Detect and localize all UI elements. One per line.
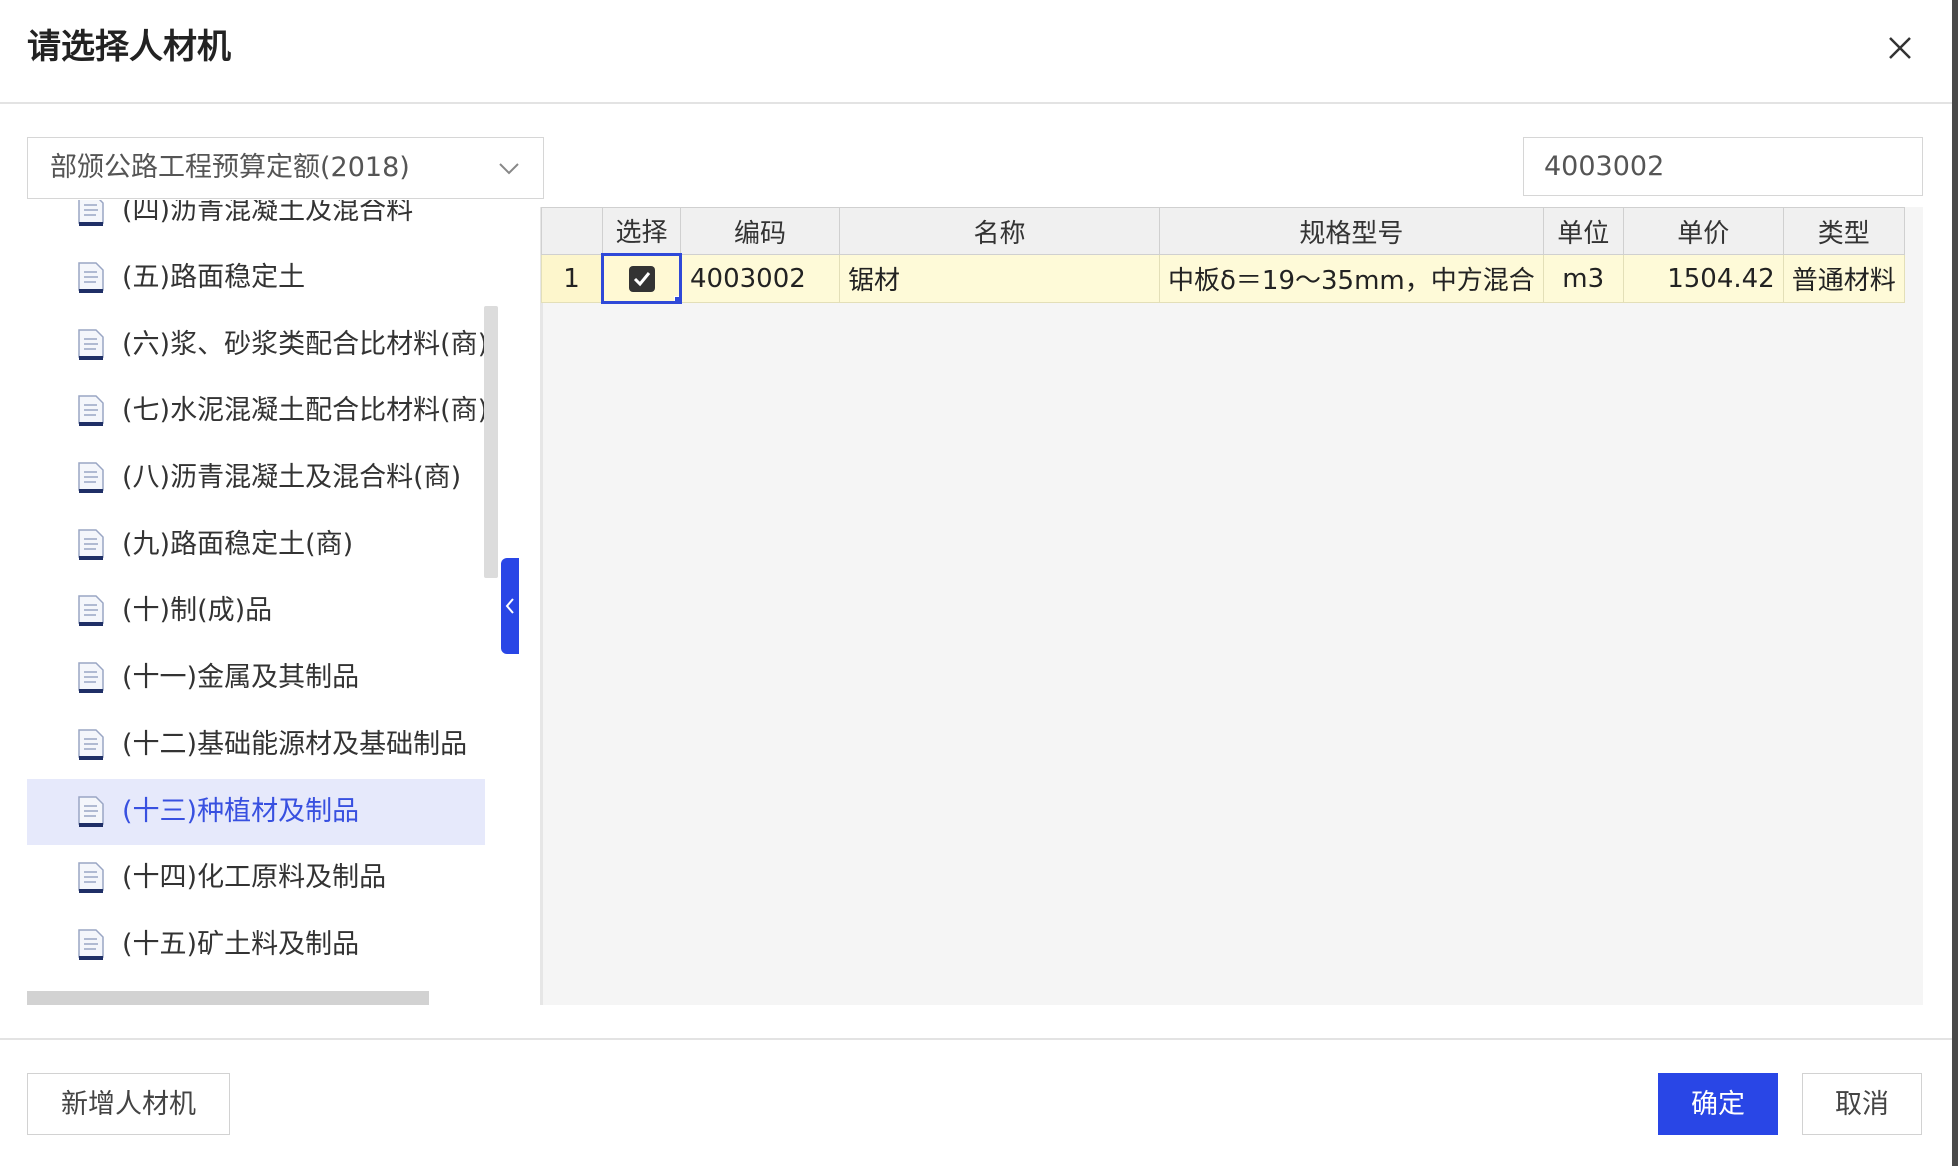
document-icon	[78, 862, 104, 893]
grid-left-edge	[540, 207, 543, 1005]
add-resource-button[interactable]: 新增人材机	[27, 1073, 230, 1135]
tree-item[interactable]: (六)浆、砂浆类配合比材料(商)	[27, 312, 489, 378]
column-header-spec[interactable]: 规格型号	[1159, 207, 1544, 255]
tree-item[interactable]: (十五)矿土料及制品	[27, 912, 485, 978]
check-icon	[633, 271, 650, 286]
close-icon[interactable]	[1880, 28, 1920, 68]
tree-item-label: (十一)金属及其制品	[122, 662, 360, 693]
search-input[interactable]	[1523, 137, 1923, 196]
tree-item-selected[interactable]: (十三)种植材及制品	[27, 779, 485, 845]
document-icon	[78, 462, 104, 493]
row-checkbox[interactable]	[628, 265, 655, 292]
tree-item-label: (四)沥青混凝土及混合料	[122, 200, 414, 226]
tree-item[interactable]: (十一)金属及其制品	[27, 645, 485, 711]
chevron-left-icon	[505, 598, 514, 614]
grid-header-corner	[541, 207, 603, 255]
document-icon	[78, 200, 104, 226]
tree-item-label: (八)沥青混凝土及混合料(商)	[122, 462, 462, 493]
column-header-name[interactable]: 名称	[839, 207, 1160, 255]
document-icon	[78, 729, 104, 760]
document-icon	[78, 329, 104, 360]
grid-area	[540, 207, 1923, 1005]
column-header-type[interactable]: 类型	[1782, 207, 1905, 255]
tree-item[interactable]: (十二)基础能源材及基础制品	[27, 712, 485, 778]
tree-item-label: (五)路面稳定土	[122, 262, 306, 293]
column-header-price[interactable]: 单价	[1622, 207, 1784, 255]
cell-fill-handle[interactable]	[674, 296, 678, 300]
document-icon	[78, 395, 104, 426]
tree-item-label: (六)浆、砂浆类配合比材料(商)	[122, 329, 489, 360]
tree-item-label: (九)路面稳定土(商)	[122, 529, 354, 560]
tree-item-label: (十二)基础能源材及基础制品	[122, 729, 468, 760]
tree-item[interactable]: (七)水泥混凝土配合比材料(商)	[27, 378, 489, 444]
tree-item-label: (十五)矿土料及制品	[122, 929, 360, 960]
background-edge	[1952, 0, 1958, 1166]
document-icon	[78, 662, 104, 693]
tree-item[interactable]: (四)沥青混凝土及混合料	[27, 200, 485, 244]
document-icon	[78, 796, 104, 827]
row-index: 1	[541, 254, 603, 303]
category-tree: (四)沥青混凝土及混合料 (五)路面稳定土 (六)浆、砂浆类配合比材料(商) (…	[27, 200, 517, 1005]
tree-horizontal-scrollbar[interactable]	[27, 991, 429, 1005]
cell-spec[interactable]: 中板δ＝19～35mm，中方混合	[1159, 254, 1544, 303]
column-header-code[interactable]: 编码	[680, 207, 840, 255]
resource-grid: 选择 编码 名称 规格型号 单位 单价 类型 1 4003002 锯材 中板δ＝…	[541, 207, 1905, 304]
tree-vertical-scrollbar[interactable]	[484, 306, 498, 578]
column-header-select[interactable]: 选择	[602, 207, 681, 255]
tree-item[interactable]: (八)沥青混凝土及混合料(商)	[27, 445, 485, 511]
tree-item-label: (十四)化工原料及制品	[122, 862, 387, 893]
grid-header-row: 选择 编码 名称 规格型号 单位 单价 类型	[541, 207, 1905, 255]
chevron-down-icon	[499, 163, 519, 175]
header-divider	[0, 102, 1952, 104]
cancel-button[interactable]: 取消	[1802, 1073, 1922, 1135]
footer-divider	[0, 1038, 1952, 1040]
cell-name[interactable]: 锯材	[839, 254, 1160, 303]
table-row[interactable]: 1 4003002 锯材 中板δ＝19～35mm，中方混合 m3 1504.42…	[541, 253, 1905, 304]
cell-price[interactable]: 1504.42	[1622, 254, 1784, 303]
column-header-unit[interactable]: 单位	[1542, 207, 1624, 255]
confirm-button[interactable]: 确定	[1658, 1073, 1778, 1135]
cell-code[interactable]: 4003002	[680, 254, 840, 303]
tree-item-label: (七)水泥混凝土配合比材料(商)	[122, 395, 489, 426]
cell-unit[interactable]: m3	[1542, 254, 1624, 303]
quota-select[interactable]: 部颁公路工程预算定额(2018)	[27, 137, 544, 199]
quota-select-value: 部颁公路工程预算定额(2018)	[50, 152, 410, 183]
tree-item-label: (十)制(成)品	[122, 595, 273, 626]
dialog-title: 请选择人材机	[27, 27, 231, 67]
tree-item[interactable]: (十四)化工原料及制品	[27, 845, 485, 911]
tree-item[interactable]: (五)路面稳定土	[27, 245, 485, 311]
select-resource-dialog: 请选择人材机 部颁公路工程预算定额(2018) (四)沥青混凝土及混合料 (五)…	[0, 0, 1952, 1166]
tree-item[interactable]: (九)路面稳定土(商)	[27, 512, 485, 578]
tree-item[interactable]: (十)制(成)品	[27, 578, 485, 644]
cell-type[interactable]: 普通材料	[1782, 254, 1905, 303]
document-icon	[78, 529, 104, 560]
select-cell[interactable]	[601, 253, 682, 304]
document-icon	[78, 262, 104, 293]
tree-item-label: (十三)种植材及制品	[122, 796, 360, 827]
document-icon	[78, 929, 104, 960]
collapse-panel-button[interactable]	[501, 558, 519, 654]
document-icon	[78, 595, 104, 626]
